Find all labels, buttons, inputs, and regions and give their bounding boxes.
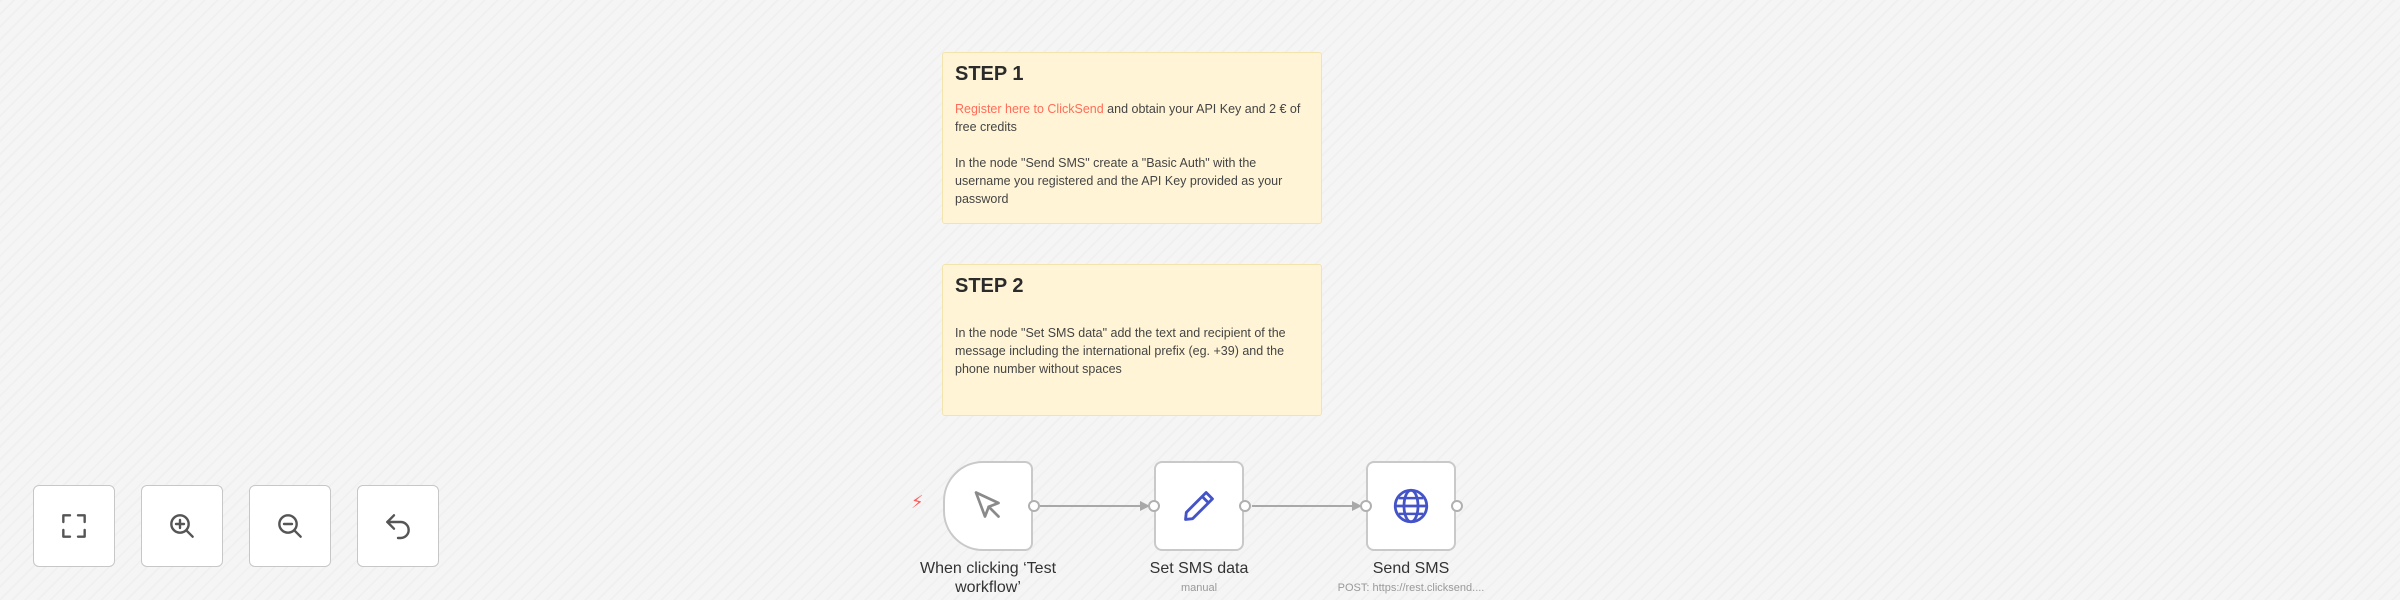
node-label: Send SMS	[1372, 560, 1450, 577]
fit-view-button[interactable]	[33, 485, 115, 567]
sticky-paragraph: Register here to ClickSend and obtain yo…	[955, 100, 1309, 136]
node-set-sms-data[interactable]	[1154, 461, 1244, 551]
clicksend-register-link[interactable]: Register here to ClickSend	[955, 102, 1104, 116]
zoom-in-icon	[170, 514, 194, 538]
undo-icon	[386, 514, 410, 540]
output-handle[interactable]	[1028, 500, 1040, 512]
node-subtitle: POST: https://rest.clicksend....	[1337, 582, 1485, 594]
zoom-out-icon	[278, 514, 302, 538]
reset-zoom-button[interactable]	[357, 485, 439, 567]
sticky-title: STEP 2	[955, 275, 1024, 297]
pencil-icon	[1184, 491, 1214, 521]
sticky-title: STEP 1	[955, 63, 1024, 85]
node-label: When clicking ‘Test workflow’	[919, 560, 1057, 596]
sticky-paragraph: In the node "Set SMS data" add the text …	[955, 326, 1286, 376]
node-send-sms[interactable]	[1366, 461, 1456, 551]
cursor-icon	[974, 491, 1000, 518]
globe-icon	[1393, 488, 1429, 524]
node-label: Set SMS data	[1149, 560, 1249, 577]
zoom-in-button[interactable]	[141, 485, 223, 567]
zoom-out-button[interactable]	[249, 485, 331, 567]
node-subtitle: manual	[1180, 582, 1218, 594]
sticky-paragraph: In the node "Send SMS" create a "Basic A…	[955, 156, 1283, 206]
sticky-note-step-2[interactable]: STEP 2 In the node "Set SMS data" add th…	[942, 264, 1322, 416]
input-handle[interactable]	[1360, 500, 1372, 512]
sticky-note-step-1[interactable]: STEP 1 Register here to ClickSend and ob…	[942, 52, 1322, 224]
fullscreen-icon	[62, 514, 86, 538]
output-handle[interactable]	[1451, 500, 1463, 512]
output-handle[interactable]	[1239, 500, 1251, 512]
node-manual-trigger[interactable]	[943, 461, 1033, 551]
trigger-bolt-icon: ⚡︎	[911, 492, 924, 512]
input-handle[interactable]	[1148, 500, 1160, 512]
